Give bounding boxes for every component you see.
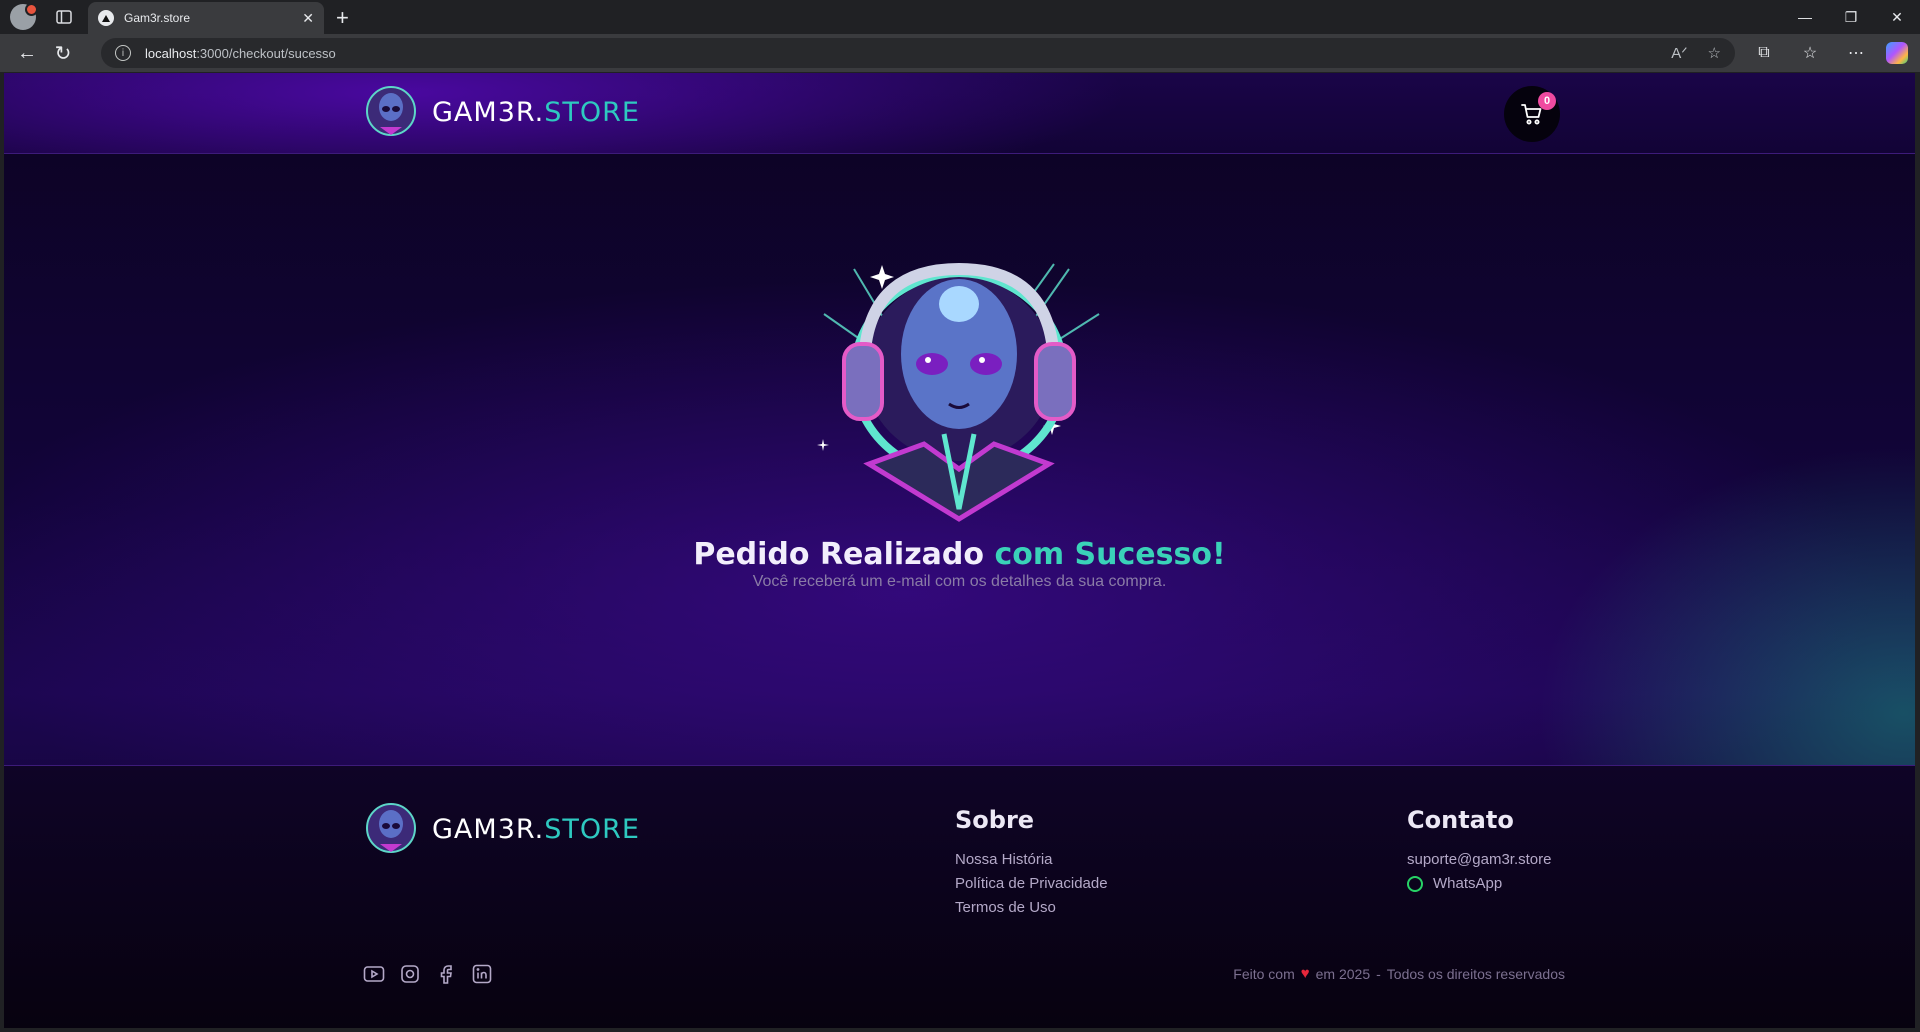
tab-actions-icon[interactable] — [48, 3, 80, 31]
tab-close-icon[interactable]: ✕ — [302, 10, 314, 27]
read-aloud-icon[interactable]: Aᐟ — [1671, 44, 1687, 62]
browser-tab-active[interactable]: Gam3r.store ✕ — [88, 2, 324, 34]
facebook-icon[interactable] — [434, 962, 458, 986]
site-info-icon[interactable]: i — [115, 45, 131, 61]
window-controls: — ❐ ✕ — [1782, 0, 1920, 34]
copyright-text: Feito com ♥ em 2025 - Todos os direitos … — [1233, 965, 1565, 982]
reload-icon[interactable]: ↻ — [45, 37, 81, 69]
footer-brand-name: GAM3R.STORE — [432, 814, 640, 845]
title-part-1: Pedido Realizado — [693, 537, 984, 572]
site-footer: GAM3R.STORE Sobre Nossa História Polític… — [4, 765, 1915, 1028]
footer-brand-primary: GAM3R. — [432, 813, 545, 845]
page-title: Pedido Realizado com Sucesso! — [4, 537, 1915, 572]
minimize-icon[interactable]: — — [1782, 0, 1828, 34]
heart-icon: ♥ — [1300, 965, 1310, 982]
window-close-icon[interactable]: ✕ — [1874, 0, 1920, 34]
profile-avatar[interactable] — [10, 3, 38, 30]
page-subtitle: Você receberá um e-mail com os detalhes … — [752, 573, 1167, 590]
address-bar[interactable]: i localhost:3000/checkout/sucesso Aᐟ ☆ — [101, 38, 1735, 68]
title-part-2: com Sucesso! — [994, 537, 1226, 572]
footer-about-column: Sobre Nossa História Política de Privaci… — [955, 806, 1108, 920]
more-menu-icon[interactable]: ⋯ — [1840, 43, 1872, 63]
back-icon[interactable]: ← — [9, 37, 45, 69]
contact-heading: Contato — [1407, 806, 1514, 834]
copilot-icon[interactable] — [1886, 42, 1908, 64]
contact-email-link[interactable]: suporte@gam3r.store — [1407, 848, 1551, 872]
copyright-rights: Todos os direitos reservados — [1386, 965, 1565, 982]
browser-toolbar: ← ↻ i localhost:3000/checkout/sucesso Aᐟ… — [0, 34, 1920, 72]
alien-logo-icon — [366, 86, 416, 136]
cart-button[interactable]: 0 — [1504, 86, 1560, 142]
favorites-icon[interactable]: ☆ — [1794, 43, 1826, 63]
whatsapp-label: WhatsApp — [1433, 875, 1503, 892]
social-links — [362, 962, 494, 986]
url-host: localhost — [145, 45, 197, 61]
made-with-label: Feito com — [1233, 965, 1295, 982]
alien-logo-icon — [366, 803, 416, 853]
browser-tabbar: Gam3r.store ✕ + — ❐ ✕ — [0, 0, 1920, 34]
url-path: :3000/checkout/sucesso — [196, 45, 336, 61]
cart-count-badge: 0 — [1538, 92, 1556, 110]
site-header: GAM3R.STORE 0 — [4, 73, 1915, 154]
copyright-year: em 2025 — [1315, 965, 1371, 982]
whatsapp-icon — [1407, 876, 1423, 892]
alien-mascot-image — [817, 262, 1100, 522]
restore-icon[interactable]: ❐ — [1828, 0, 1874, 34]
whatsapp-link[interactable]: WhatsApp — [1407, 872, 1551, 896]
favorite-star-icon[interactable]: ☆ — [1708, 44, 1721, 62]
site-favicon-icon — [98, 10, 114, 26]
footer-brand-accent: STORE — [544, 813, 640, 845]
instagram-icon[interactable] — [398, 962, 422, 986]
link-nossa-historia[interactable]: Nossa História — [955, 848, 1108, 872]
page-viewport: GAM3R.STORE 0 Pedido Realizado com Suces… — [4, 73, 1915, 1028]
linkedin-icon[interactable] — [470, 962, 494, 986]
footer-contact-column: Contato suporte@gam3r.store WhatsApp — [1407, 806, 1551, 896]
tab-title: Gam3r.store — [124, 11, 191, 25]
brand-name: GAM3R.STORE — [432, 97, 640, 128]
copyright-separator: - — [1376, 965, 1381, 982]
extensions-icon[interactable]: ⧉ — [1748, 44, 1780, 62]
youtube-icon[interactable] — [362, 962, 386, 986]
new-tab-button[interactable]: + — [336, 5, 349, 31]
about-heading: Sobre — [955, 806, 1035, 834]
brand-name-primary: GAM3R. — [432, 96, 545, 128]
link-termos-uso[interactable]: Termos de Uso — [955, 896, 1108, 920]
success-section: Pedido Realizado com Sucesso! Você receb… — [4, 154, 1915, 764]
brand-name-accent: STORE — [544, 96, 640, 128]
link-politica-privacidade[interactable]: Política de Privacidade — [955, 872, 1108, 896]
footer-logo[interactable]: GAM3R.STORE — [362, 800, 640, 858]
header-logo[interactable]: GAM3R.STORE — [362, 83, 640, 141]
